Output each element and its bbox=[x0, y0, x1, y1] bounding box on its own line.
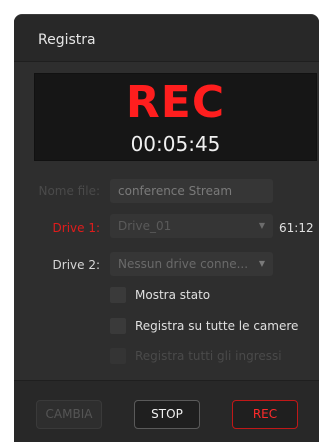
rec-button[interactable]: REC bbox=[232, 400, 298, 429]
chevron-down-icon: ▼ bbox=[258, 221, 265, 230]
panel-footer: CAMBIA STOP REC bbox=[14, 380, 319, 442]
record-timecode: 00:05:45 bbox=[130, 132, 221, 156]
panel-title: Registra bbox=[38, 32, 96, 48]
record-all-cameras-label: Registra su tutte le camere bbox=[135, 319, 299, 333]
rec-status-text: REC bbox=[125, 77, 226, 128]
record-status-display: REC 00:05:45 bbox=[34, 73, 317, 161]
filename-value: conference Stream bbox=[118, 184, 233, 198]
show-status-checkbox[interactable] bbox=[110, 287, 126, 303]
drive2-value: Nessun drive conne... bbox=[118, 257, 249, 271]
record-all-inputs-label: Registra tutti gli ingressi bbox=[135, 349, 282, 363]
chevron-down-icon: ▼ bbox=[258, 259, 265, 268]
record-all-cameras-checkbox[interactable] bbox=[110, 318, 126, 334]
drive1-select[interactable]: Drive_01 ▼ bbox=[110, 214, 273, 238]
drive1-value: Drive_01 bbox=[118, 219, 172, 233]
drive2-select[interactable]: Nessun drive conne... ▼ bbox=[110, 252, 273, 276]
change-button[interactable]: CAMBIA bbox=[36, 400, 102, 429]
show-status-label: Mostra stato bbox=[135, 288, 211, 302]
record-panel: Registra REC 00:05:45 Nome file: confere… bbox=[14, 14, 319, 442]
drive1-label: Drive 1: bbox=[52, 221, 100, 235]
filename-input[interactable]: conference Stream bbox=[110, 179, 273, 203]
panel-header: Registra bbox=[14, 15, 319, 62]
drive1-remaining-time: 61:12 bbox=[279, 221, 314, 235]
filename-label: Nome file: bbox=[38, 184, 100, 198]
drive2-label: Drive 2: bbox=[52, 258, 100, 272]
record-all-inputs-checkbox[interactable] bbox=[110, 348, 126, 364]
stop-button[interactable]: STOP bbox=[134, 400, 200, 429]
